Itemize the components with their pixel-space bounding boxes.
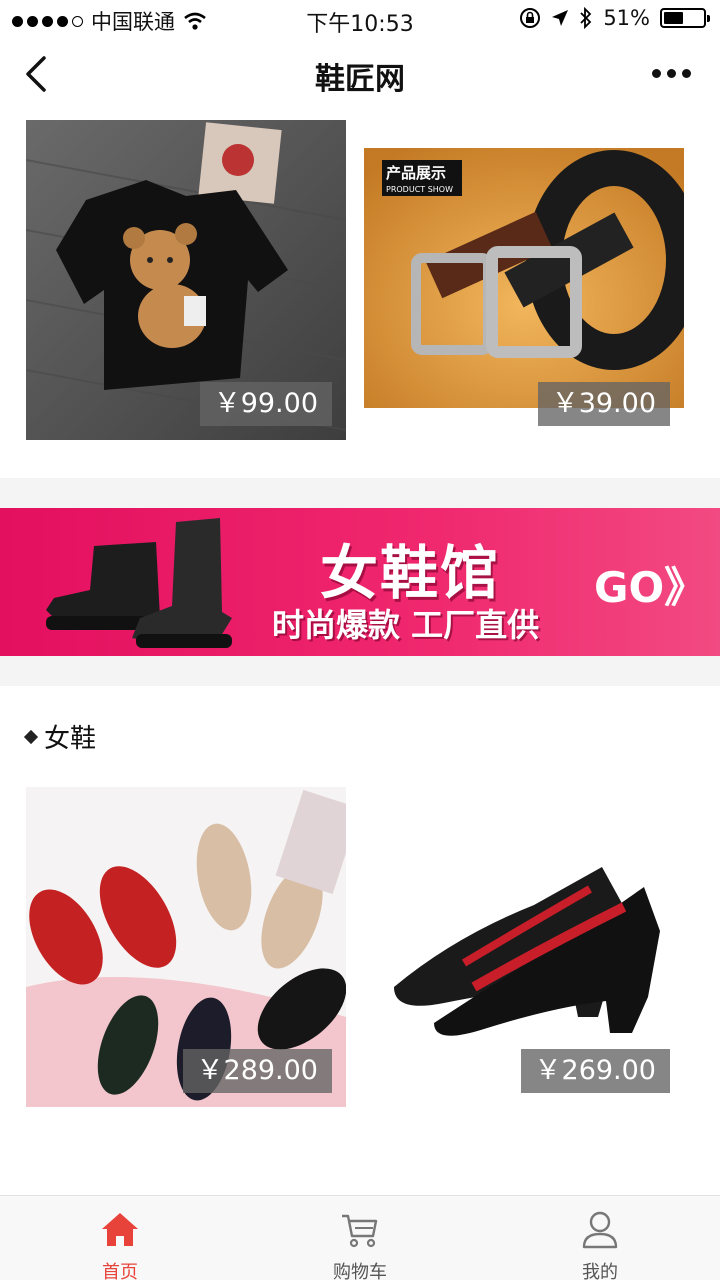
home-icon (102, 1213, 138, 1246)
more-options-button[interactable] (646, 60, 696, 86)
bluetooth-icon (580, 7, 592, 29)
bottom-tab-bar: 首页 购物车 我的 (0, 1195, 720, 1280)
main-content[interactable]: ￥99.00 产品展示 PRODUCT SHOW ￥39.00 女鞋馆 时尚爆款… (0, 108, 720, 1195)
product-price: ￥39.00 (537, 382, 670, 426)
product-card-heels[interactable]: ￥269.00 (364, 787, 684, 1107)
tab-label: 我的 (582, 1262, 618, 1280)
tab-cart[interactable]: 购物车 (240, 1196, 480, 1280)
user-icon (582, 1211, 618, 1249)
banner-go-link[interactable]: GO》 (594, 554, 706, 615)
status-right: 51% (519, 6, 710, 30)
tab-profile[interactable]: 我的 (480, 1196, 720, 1280)
product-card-tshirt[interactable]: ￥99.00 (26, 120, 346, 440)
banner-title: 女鞋馆 (320, 539, 501, 607)
product-row-top: ￥99.00 产品展示 PRODUCT SHOW ￥39.00 (0, 108, 720, 478)
diamond-bullet-icon (23, 729, 39, 744)
more-dots-icon (651, 68, 661, 78)
tab-label: 购物车 (333, 1262, 387, 1280)
page-title: 鞋匠网 (315, 62, 405, 97)
product-badge-title: 产品展示 (386, 164, 446, 182)
nav-bar: 鞋匠网 (0, 38, 720, 108)
status-bar: 中国联通 下午10:53 51% (0, 0, 720, 38)
product-card-flats[interactable]: ￥289.00 (26, 787, 346, 1107)
promo-banner[interactable]: 女鞋馆 时尚爆款 工厂直供 GO》 (0, 508, 720, 656)
product-price: ￥269.00 (520, 1049, 670, 1093)
battery-icon (660, 8, 710, 28)
battery-percent: 51% (603, 6, 650, 30)
section-header: 女鞋 (23, 718, 97, 755)
product-badge-subtitle: PRODUCT SHOW (386, 185, 453, 194)
cart-icon (342, 1214, 378, 1248)
product-card-belt[interactable]: 产品展示 PRODUCT SHOW ￥39.00 (364, 120, 684, 440)
section-title: 女鞋 (44, 724, 97, 754)
product-price: ￥289.00 (182, 1049, 332, 1093)
product-price: ￥99.00 (199, 382, 332, 426)
rotation-lock-icon (520, 8, 541, 28)
banner-subtitle: 时尚爆款 工厂直供 (272, 606, 540, 644)
tab-home[interactable]: 首页 (0, 1196, 240, 1280)
location-arrow-icon (552, 10, 569, 26)
womens-shoes-section: 女鞋 ￥289.00 ￥269.00 (0, 686, 720, 1195)
banner-boots-image (46, 518, 232, 648)
tab-label: 首页 (102, 1262, 138, 1280)
